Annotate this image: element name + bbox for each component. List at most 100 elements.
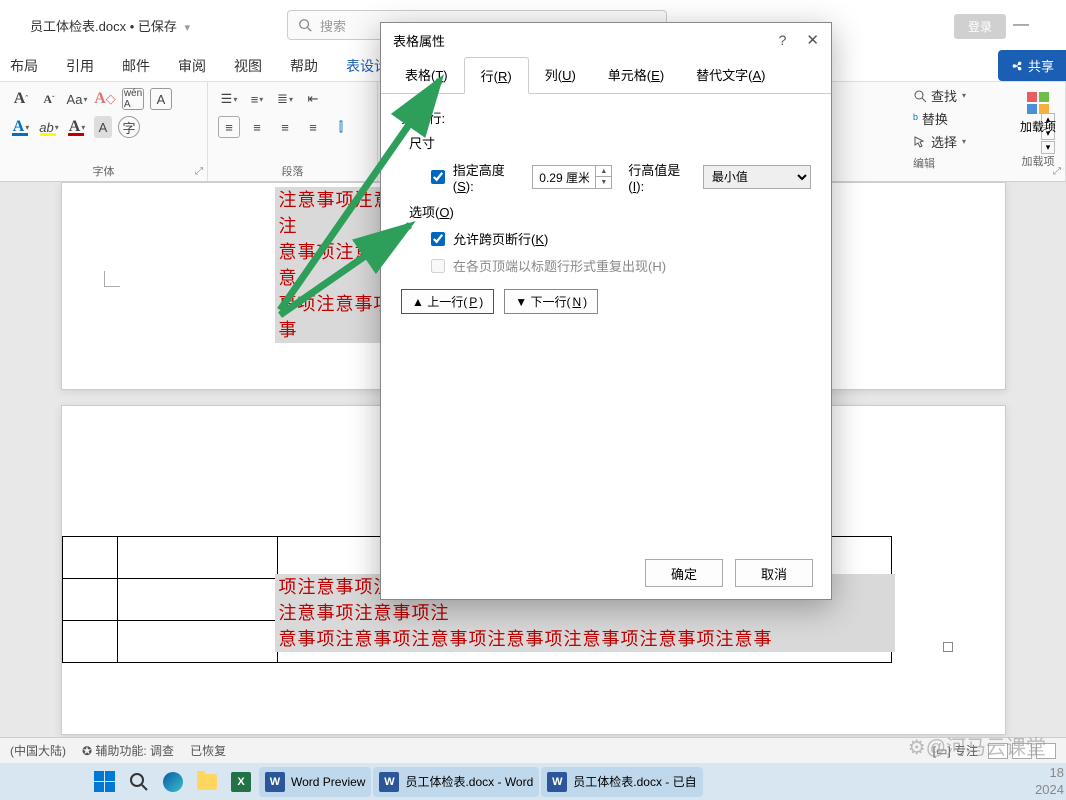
size-label: 尺寸 bbox=[409, 133, 811, 152]
start-button[interactable] bbox=[88, 767, 121, 797]
tab-alt-text[interactable]: 替代文字(A) bbox=[680, 57, 781, 93]
font-group-label: 字体 bbox=[10, 163, 197, 179]
word-icon: W bbox=[265, 772, 285, 792]
change-case-button[interactable]: Aa▾ bbox=[66, 88, 88, 110]
tab-layout[interactable]: 布局 bbox=[0, 52, 48, 80]
dialog-tabs: 表格(T) 行(R) 列(U) 单元格(E) 替代文字(A) bbox=[381, 57, 831, 94]
distribute-button[interactable]: ⫿ bbox=[330, 116, 352, 138]
watermark: ⚙@河马云课堂 bbox=[908, 731, 1046, 760]
folder-icon bbox=[197, 774, 217, 790]
font-group: Aˆ Aˇ Aa▾ A◇ wénA A A▾ ab▾ A▾ A 字 字体 ⤢ bbox=[0, 82, 208, 181]
page-corner-mark bbox=[104, 271, 120, 287]
font-dialog-launcher-icon[interactable]: ⤢ bbox=[195, 166, 203, 177]
windows-icon bbox=[94, 771, 115, 792]
dialog-footer: 确定 取消 bbox=[381, 547, 831, 599]
tab-column[interactable]: 列(U) bbox=[529, 57, 592, 93]
ok-button[interactable]: 确定 bbox=[645, 559, 723, 587]
numbering-button[interactable]: ≡▾ bbox=[246, 88, 268, 110]
taskbar-search-button[interactable] bbox=[123, 767, 155, 797]
taskbar: X W Word Preview W 员工体检表.docx - Word W 员… bbox=[0, 763, 1066, 800]
chevron-down-icon[interactable]: ▾ bbox=[185, 22, 191, 34]
paragraph-group-label: 段落 bbox=[218, 163, 367, 179]
specify-height-label: 指定高度(S): bbox=[453, 160, 525, 194]
repeat-header-checkbox bbox=[431, 259, 445, 273]
tab-review[interactable]: 审阅 bbox=[168, 52, 216, 80]
edge-icon bbox=[163, 772, 183, 792]
options-label: 选项(O) bbox=[409, 202, 811, 221]
table-resize-handle[interactable] bbox=[943, 642, 953, 652]
close-button[interactable]: ✕ bbox=[806, 31, 819, 49]
document-title: 员工体检表.docx • 已保存 ▾ bbox=[30, 16, 190, 35]
search-icon bbox=[298, 18, 312, 32]
font-color-red-button[interactable]: A▾ bbox=[66, 116, 88, 138]
addon-icon[interactable] bbox=[1025, 90, 1051, 116]
tab-help[interactable]: 帮助 bbox=[280, 52, 328, 80]
align-right-button[interactable]: ≡ bbox=[274, 116, 296, 138]
indent-left-button[interactable]: ⇤ bbox=[302, 88, 324, 110]
tab-row[interactable]: 行(R) bbox=[464, 57, 529, 94]
edge-button[interactable] bbox=[157, 767, 189, 797]
allow-break-checkbox[interactable] bbox=[431, 232, 445, 246]
next-row-button[interactable]: ▼ 下一行(N) bbox=[504, 289, 598, 314]
repeat-header-label: 在各页顶端以标题行形式重复出现(H) bbox=[453, 256, 666, 275]
explorer-button[interactable] bbox=[191, 767, 223, 797]
edit-group: 查找▾ ᵇ替换 选择▾ 编辑 bbox=[913, 86, 966, 171]
height-spinner[interactable]: ▲▼ bbox=[532, 165, 612, 189]
phonetic-button[interactable]: wénA bbox=[122, 88, 144, 110]
spin-down-icon[interactable]: ▼ bbox=[596, 177, 611, 188]
decrease-font-button[interactable]: Aˇ bbox=[38, 88, 60, 110]
word-doc2-task[interactable]: W 员工体检表.docx - 已自 bbox=[541, 767, 702, 797]
language-indicator[interactable]: (中国大陆) bbox=[10, 742, 66, 759]
status-bar: (中国大陆) ✪ 辅助功能: 调查 已恢复 [▭] 专注 bbox=[0, 737, 1066, 763]
bullets-button[interactable]: ☰▾ bbox=[218, 88, 240, 110]
prev-row-button[interactable]: ▲ 上一行(P) bbox=[401, 289, 494, 314]
recover-indicator: 已恢复 bbox=[190, 742, 226, 759]
clock-year: 2024 bbox=[1035, 782, 1064, 797]
highlight-button[interactable]: ab▾ bbox=[38, 116, 60, 138]
char-shading-button[interactable]: A bbox=[94, 116, 112, 138]
search-icon bbox=[129, 772, 149, 792]
select-button[interactable]: 选择▾ bbox=[913, 132, 966, 151]
tab-cell[interactable]: 单元格(E) bbox=[592, 57, 680, 93]
clear-format-button[interactable]: A◇ bbox=[94, 88, 116, 110]
spin-up-icon[interactable]: ▲ bbox=[596, 166, 611, 177]
char-border-button[interactable]: A bbox=[150, 88, 172, 110]
increase-font-button[interactable]: Aˆ bbox=[10, 88, 32, 110]
accessibility-indicator[interactable]: ✪ 辅助功能: 调查 bbox=[82, 742, 174, 759]
tab-mail[interactable]: 邮件 bbox=[112, 52, 160, 80]
dialog-body: 第 3 行: 尺寸 指定高度(S): ▲▼ 行高值是(I): 最小值 选项(O)… bbox=[381, 94, 831, 547]
word-icon: W bbox=[379, 772, 399, 792]
table-properties-dialog: 表格属性 ? ✕ 表格(T) 行(R) 列(U) 单元格(E) 替代文字(A) … bbox=[380, 22, 832, 600]
excel-button[interactable]: X bbox=[225, 767, 257, 797]
align-left-button[interactable]: ≡ bbox=[218, 116, 240, 138]
specify-height-checkbox[interactable] bbox=[431, 170, 445, 184]
minimize-button[interactable]: — bbox=[1001, 12, 1041, 38]
cancel-button[interactable]: 取消 bbox=[735, 559, 813, 587]
multilevel-button[interactable]: ≣▾ bbox=[274, 88, 296, 110]
enclose-char-button[interactable]: 字 bbox=[118, 116, 140, 138]
align-center-button[interactable]: ≡ bbox=[246, 116, 268, 138]
dialog-title-bar: 表格属性 ? ✕ bbox=[381, 23, 831, 57]
cursor-icon bbox=[913, 135, 927, 149]
row-height-is-label: 行高值是(I): bbox=[628, 160, 695, 194]
search-placeholder: 搜索 bbox=[320, 16, 346, 35]
row-number-label: 第 3 行: bbox=[401, 108, 811, 127]
allow-break-label: 允许跨页断行(K) bbox=[453, 229, 548, 248]
replace-button[interactable]: ᵇ替换 bbox=[913, 109, 966, 128]
share-button[interactable]: 共享 bbox=[998, 50, 1066, 81]
height-input[interactable] bbox=[533, 170, 595, 184]
align-justify-button[interactable]: ≡ bbox=[302, 116, 324, 138]
find-button[interactable]: 查找▾ bbox=[913, 86, 966, 105]
word-preview-task[interactable]: W Word Preview bbox=[259, 767, 371, 797]
login-button[interactable]: 登录 bbox=[954, 14, 1006, 39]
tab-table[interactable]: 表格(T) bbox=[389, 57, 464, 93]
font-color-blue-button[interactable]: A▾ bbox=[10, 116, 32, 138]
addon-group: 加载项 加载项 bbox=[1020, 90, 1056, 169]
tab-view[interactable]: 视图 bbox=[224, 52, 272, 80]
help-button[interactable]: ? bbox=[779, 32, 787, 48]
word-doc1-task[interactable]: W 员工体检表.docx - Word bbox=[373, 767, 539, 797]
share-icon bbox=[1010, 59, 1024, 73]
excel-icon: X bbox=[231, 772, 251, 792]
tab-references[interactable]: 引用 bbox=[56, 52, 104, 80]
row-height-combo[interactable]: 最小值 bbox=[703, 165, 811, 189]
